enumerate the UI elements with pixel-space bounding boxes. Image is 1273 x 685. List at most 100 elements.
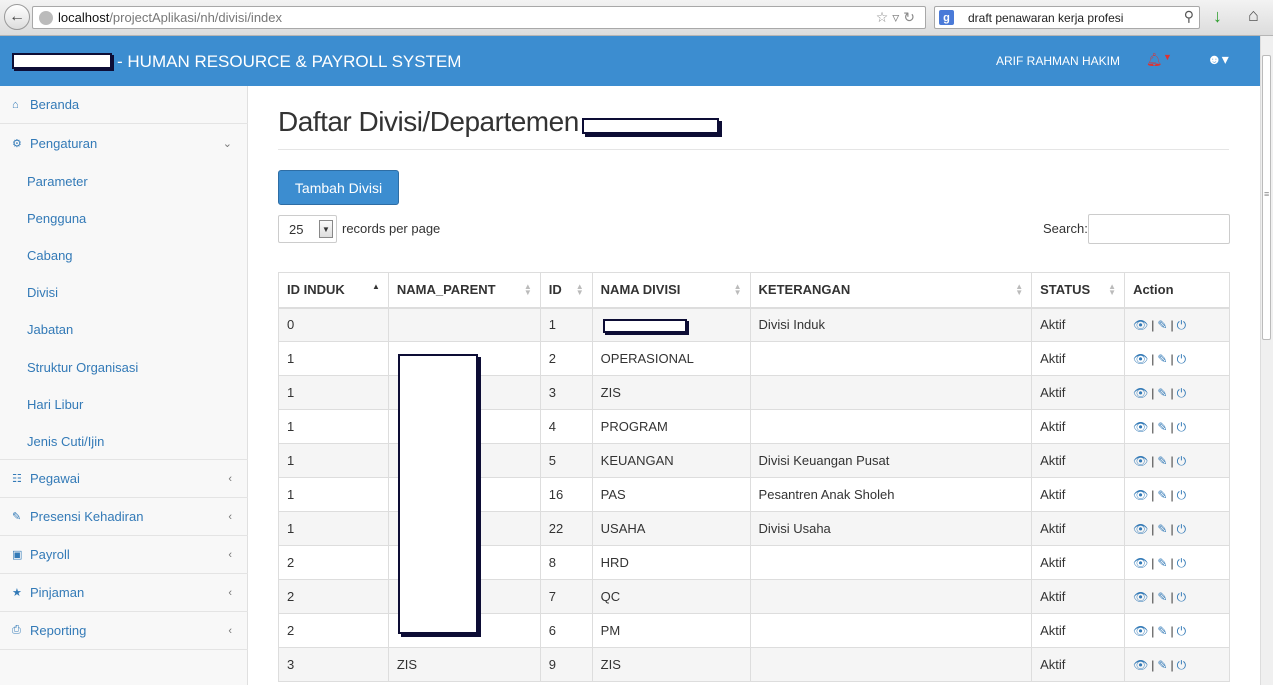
star-icon: ★ [12,587,22,599]
table-header-row: ID INDUK ▲ NAMA_PARENT ▲ ▼ ID ▲ ▼ NAMA DIVISI… [278,272,1230,309]
power-icon[interactable]: ⏻ [1177,658,1187,672]
edit-icon[interactable]: ✎ [1157,352,1167,366]
app-title[interactable]: - HUMAN RESOURCE & PAYROLL SYSTEM [117,52,461,72]
view-icon[interactable]: 👁︎ [1133,624,1148,638]
cell-action: 👁︎ | ✎ | ⏻ [1124,477,1230,512]
view-icon[interactable]: 👁︎ [1133,386,1148,400]
power-icon[interactable]: ⏻ [1177,624,1187,638]
cell-action: 👁︎ | ✎ | ⏻ [1124,341,1230,376]
sidebar-item-beranda[interactable]: ⌂ Beranda [0,86,248,124]
view-icon[interactable]: 👁︎ [1133,454,1148,468]
power-icon[interactable]: ⏻ [1177,556,1187,570]
cell-nama-divisi [591,307,751,342]
page-title: Daftar Divisi/Departemen [278,106,579,137]
view-icon[interactable]: 👁︎ [1133,420,1148,434]
power-icon[interactable]: ⏻ [1177,522,1187,536]
cogs-icon: ⚙ [12,137,22,150]
edit-icon[interactable]: ✎ [1157,624,1167,638]
records-per-page-select[interactable]: 25 ▼ [278,215,337,243]
cell-id: 4 [539,409,593,444]
cell-action: 👁︎ | ✎ | ⏻ [1124,511,1230,546]
edit-icon[interactable]: ✎ [1157,556,1167,570]
home-icon[interactable]: ⌂ [1248,5,1259,26]
home-icon: ⌂ [12,98,19,111]
sidebar-item-presensi[interactable]: ✎ Presensi Kehadiran ‹ [0,498,248,536]
edit-icon[interactable]: ✎ [1157,420,1167,434]
cell-id-induk: 1 [278,375,389,410]
bookmark-star-icon[interactable]: ☆▿↻ [876,9,919,26]
sidebar-subitem-divisi[interactable]: Divisi [27,285,58,300]
edit-icon[interactable]: ✎ [1157,590,1167,604]
sidebar-subitem-pengguna[interactable]: Pengguna [27,211,86,226]
sidebar-item-pegawai[interactable]: ☷ Pegawai ‹ [0,460,248,498]
view-icon[interactable]: 👁︎ [1133,352,1148,366]
col-header-label: NAMA DIVISI [600,282,681,298]
sidebar-item-payroll[interactable]: ▣ Payroll ‹ [0,536,248,574]
cell-status: Aktif [1031,307,1126,342]
user-menu-icon[interactable]: ☻▾ [1207,51,1229,68]
power-icon[interactable]: ⏻ [1177,488,1187,502]
view-icon[interactable]: 👁︎ [1133,590,1148,604]
user-name[interactable]: ARIF RAHMAN HAKIM [996,54,1120,68]
cell-nama-parent [387,307,541,342]
power-icon[interactable]: ⏻ [1177,318,1187,332]
edit-icon: ✎ [12,511,22,523]
search-icon[interactable]: ⚲ [1184,8,1194,25]
view-icon[interactable]: 👁︎ [1133,658,1148,672]
caret-down-icon[interactable]: ▼ [1163,52,1172,62]
sidebar-subitem-struktur-organisasi[interactable]: Struktur Organisasi [27,360,138,375]
power-icon[interactable]: ⏻ [1177,352,1187,366]
sidebar-subitem-cabang[interactable]: Cabang [27,248,73,263]
cell-nama-divisi: PAS [591,477,751,512]
view-icon[interactable]: 👁︎ [1133,556,1148,570]
col-header-keterangan[interactable]: KETERANGAN ▲ ▼ [749,272,1033,309]
cell-id-induk: 1 [278,443,389,478]
sidebar-subitem-parameter[interactable]: Parameter [27,174,88,189]
col-header-action: Action [1124,272,1230,309]
browser-search-box[interactable]: g draft penawaran kerja profesi ⚲ [934,6,1200,29]
sidebar-item-reporting[interactable]: ⎙ Reporting ‹ [0,612,248,650]
cell-nama-parent: ZIS [387,647,541,682]
chevron-left-icon: ‹ [228,548,232,561]
cell-id: 2 [539,341,593,376]
view-icon[interactable]: 👁︎ [1133,488,1148,502]
google-icon[interactable]: g [939,10,954,25]
dropdown-arrow-icon[interactable]: ▼ [319,220,333,238]
tambah-divisi-button[interactable]: Tambah Divisi [278,170,399,205]
edit-icon[interactable]: ✎ [1157,658,1167,672]
title-divider [278,149,1229,150]
edit-icon[interactable]: ✎ [1157,386,1167,400]
col-header-id-induk[interactable]: ID INDUK ▲ [278,272,389,309]
col-header-id[interactable]: ID ▲ ▼ [539,272,593,309]
download-icon[interactable]: ↓ [1213,6,1222,27]
cell-action: 👁︎ | ✎ | ⏻ [1124,613,1230,648]
power-icon[interactable]: ⏻ [1177,386,1187,400]
sort-icon: ▲ ▼ [575,282,584,297]
edit-icon[interactable]: ✎ [1157,318,1167,332]
view-icon[interactable]: 👁︎ [1133,522,1148,536]
col-header-nama-parent[interactable]: NAMA_PARENT ▲ ▼ [387,272,541,309]
sidebar-subitem-hari-libur[interactable]: Hari Libur [27,397,83,412]
cell-action: 👁︎ | ✎ | ⏻ [1124,443,1230,478]
col-header-nama-divisi[interactable]: NAMA DIVISI ▲ ▼ [591,272,751,309]
col-header-status[interactable]: STATUS ▲ ▼ [1031,272,1126,309]
sidebar-subitem-jenis-cuti[interactable]: Jenis Cuti/Ijin [27,434,104,449]
cell-status: Aktif [1031,511,1126,546]
back-button[interactable]: ← [4,4,30,30]
cell-keterangan [749,375,1033,410]
power-icon[interactable]: ⏻ [1177,454,1187,468]
notification-bell-icon[interactable]: 🔔︎ [1146,52,1163,68]
view-icon[interactable]: 👁︎ [1133,318,1148,332]
power-icon[interactable]: ⏻ [1177,420,1187,434]
edit-icon[interactable]: ✎ [1157,454,1167,468]
address-bar[interactable]: localhost/projectAplikasi/nh/divisi/inde… [32,6,926,29]
edit-icon[interactable]: ✎ [1157,522,1167,536]
sidebar-item-pengaturan[interactable]: ⚙ Pengaturan ⌄ [0,124,248,162]
cell-id: 5 [539,443,593,478]
sidebar-subitem-jabatan[interactable]: Jabatan [27,322,73,337]
edit-icon[interactable]: ✎ [1157,488,1167,502]
sidebar-item-pinjaman[interactable]: ★ Pinjaman ‹ [0,574,248,612]
chevron-down-icon: ⌄ [222,137,232,150]
table-search-input[interactable] [1088,214,1230,244]
power-icon[interactable]: ⏻ [1177,590,1187,604]
